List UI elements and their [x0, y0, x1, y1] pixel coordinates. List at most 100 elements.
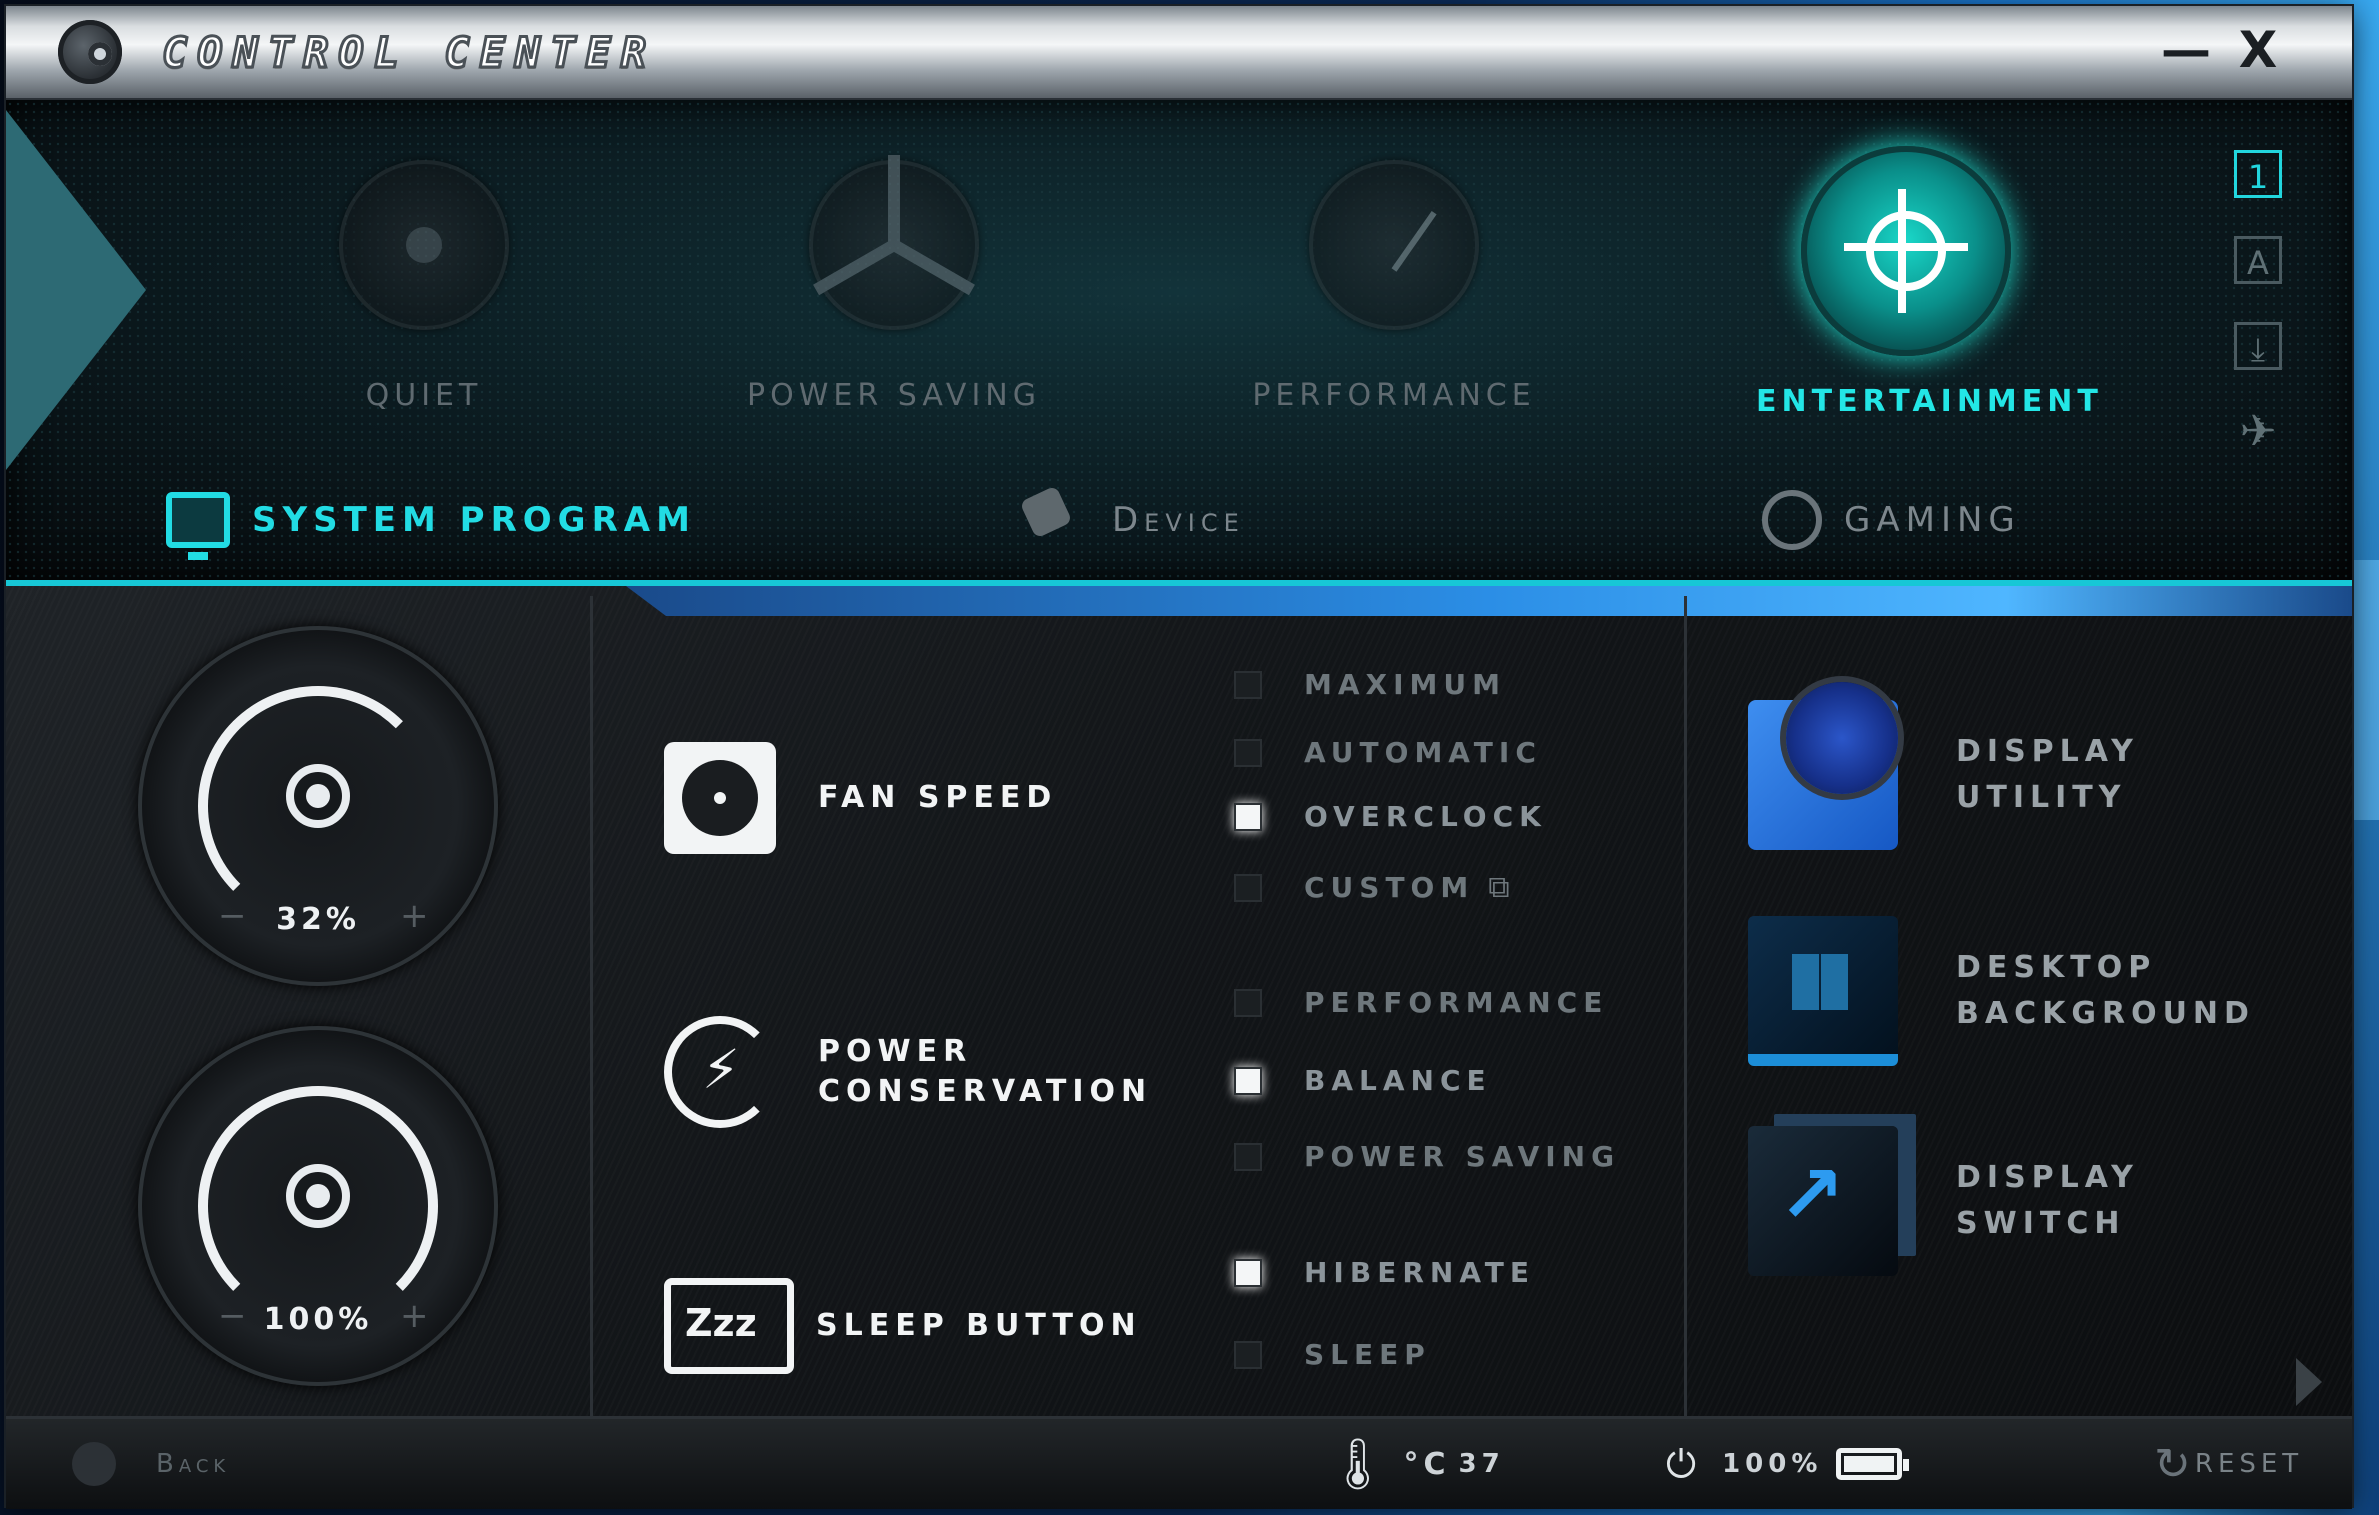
profile-1-icon[interactable]: 1 [2234, 150, 2282, 198]
profile-a-icon[interactable]: A [2234, 236, 2282, 284]
minimize-button[interactable]: — [2156, 20, 2216, 80]
battery-readout: ⏻ 100% [1666, 1419, 1910, 1509]
fan-icon [809, 155, 979, 330]
utility-label: DISPLAY [1956, 734, 2139, 769]
sleep-button-label: SLEEP BUTTON [816, 1308, 1142, 1343]
option-balance[interactable]: BALANCE [1234, 1064, 1492, 1097]
option-label: HIBERNATE [1304, 1256, 1536, 1289]
fan-speed-value: 32% [276, 902, 360, 937]
battery-icon [1836, 1448, 1910, 1480]
back-button[interactable]: Back [72, 1419, 230, 1509]
mode-power-saving[interactable]: POWER SAVING [744, 155, 1044, 413]
speaker-icon [339, 160, 509, 330]
download-icon[interactable]: ⤓ [2234, 322, 2282, 370]
desktop-background-icon [1748, 916, 1898, 1066]
option-label: CUSTOM [1304, 871, 1475, 904]
panel-left-arrow-icon [6, 110, 146, 470]
ac-power-icon: ⏻ [1666, 1441, 1697, 1486]
nav-tabs: SYSTEM PROGRAM Device GAMING [6, 470, 2352, 570]
reset-icon: ↻ [2154, 1438, 2191, 1490]
temperature-unit: °C [1403, 1446, 1451, 1482]
brightness-icon [286, 1164, 350, 1228]
next-page-arrow-icon[interactable] [2296, 1358, 2322, 1406]
checkbox[interactable] [1234, 1340, 1262, 1369]
divider [1684, 596, 1687, 1416]
back-icon [72, 1442, 116, 1486]
power-conservation-icon: ⚡ [664, 1016, 776, 1128]
display-utility[interactable]: DISPLAY UTILITY [1748, 682, 2139, 850]
back-label: Back [156, 1449, 231, 1479]
tab-label: Device [1112, 500, 1245, 540]
option-custom[interactable]: CUSTOM ⧉ [1234, 870, 1510, 905]
tab-label: GAMING [1844, 500, 2021, 540]
checkbox[interactable] [1234, 1142, 1262, 1171]
power-conservation-label-2: CONSERVATION [818, 1074, 1153, 1109]
utility-label: DESKTOP [1956, 950, 2157, 985]
mode-label: QUIET [365, 378, 483, 413]
option-automatic[interactable]: AUTOMATIC [1234, 736, 1542, 769]
mode-entertainment[interactable]: ENTERTAINMENT [1756, 146, 2103, 419]
mode-quiet[interactable]: QUIET [274, 160, 574, 413]
option-label: MAXIMUM [1304, 668, 1507, 701]
gauge-icon [1309, 160, 1479, 330]
mode-label: ENTERTAINMENT [1756, 384, 2103, 419]
display-switch-icon [1748, 1126, 1898, 1276]
airplane-mode-icon[interactable]: ✈ [2234, 408, 2282, 456]
option-power-saving[interactable]: POWER SAVING [1234, 1140, 1620, 1173]
checkbox[interactable] [1234, 873, 1262, 902]
option-label: SLEEP [1304, 1338, 1431, 1371]
custom-edit-icon[interactable]: ⧉ [1488, 870, 1509, 905]
fan-speed-label: FAN SPEED [818, 780, 1058, 815]
checkbox[interactable] [1234, 988, 1262, 1017]
reset-label: RESET [2194, 1449, 2304, 1479]
tab-device[interactable]: Device [1019, 485, 1245, 550]
power-conservation-label-1: POWER [818, 1034, 973, 1069]
close-button[interactable]: X [2228, 20, 2288, 80]
option-performance[interactable]: PERFORMANCE [1234, 986, 1608, 1019]
app-logo-icon [58, 20, 122, 84]
brightness-increase-button[interactable]: + [400, 1296, 429, 1336]
brightness-value: 100% [263, 1302, 373, 1337]
reset-button[interactable]: ↻ RESET [2154, 1419, 2303, 1509]
plug-icon [1019, 485, 1090, 548]
utility-label: UTILITY [1956, 780, 2127, 815]
option-label: POWER SAVING [1304, 1140, 1621, 1173]
tab-system-program[interactable]: SYSTEM PROGRAM [166, 490, 696, 560]
checkbox[interactable] [1234, 1258, 1262, 1287]
display-switch-utility[interactable]: DISPLAY SWITCH [1748, 1126, 2139, 1276]
sleep-button-feature: Zzz SLEEP BUTTON [664, 1278, 1142, 1374]
window-title: CONTROL CENTER [160, 27, 657, 79]
system-program-content: − 32% + − 100% + FAN SPEED ⚡ POWER CONSE… [6, 586, 2352, 1416]
thermometer-icon: 🌡 [1326, 1434, 1390, 1493]
checkbox[interactable] [1234, 802, 1262, 831]
tab-label: SYSTEM PROGRAM [252, 500, 696, 540]
option-overclock[interactable]: OVERCLOCK [1234, 800, 1547, 833]
option-label: OVERCLOCK [1304, 800, 1547, 833]
option-sleep[interactable]: SLEEP [1234, 1338, 1431, 1371]
utility-label: SWITCH [1956, 1206, 2126, 1241]
monitor-icon [166, 492, 230, 560]
checkbox[interactable] [1234, 738, 1262, 767]
steering-wheel-icon [1762, 490, 1822, 550]
fan-control-icon [286, 764, 350, 828]
divider [590, 596, 593, 1416]
fan-speed-knob[interactable]: − 32% + [138, 626, 498, 986]
desktop-background-utility[interactable]: DESKTOP BACKGROUND [1748, 916, 2255, 1066]
control-center-window: CONTROL CENTER — X QUIET POWER SAVING PE… [6, 6, 2352, 1509]
temperature-value: 37 [1458, 1449, 1505, 1479]
display-utility-icon [1748, 682, 1898, 850]
option-maximum[interactable]: MAXIMUM [1234, 668, 1506, 701]
checkbox[interactable] [1234, 1066, 1262, 1095]
brightness-knob[interactable]: − 100% + [138, 1026, 498, 1386]
crosshair-icon [1801, 146, 2011, 356]
fan-speed-feature: FAN SPEED [664, 742, 1057, 854]
option-hibernate[interactable]: HIBERNATE [1234, 1256, 1535, 1289]
option-label: BALANCE [1304, 1064, 1492, 1097]
checkbox[interactable] [1234, 670, 1262, 699]
fan-increase-button[interactable]: + [400, 896, 429, 936]
fan-speed-icon [664, 742, 776, 854]
tab-gaming[interactable]: GAMING [1762, 490, 2021, 550]
mode-performance[interactable]: PERFORMANCE [1244, 160, 1544, 413]
temperature-readout: 🌡 °C 37 [1326, 1419, 1505, 1509]
option-label: PERFORMANCE [1304, 986, 1609, 1019]
